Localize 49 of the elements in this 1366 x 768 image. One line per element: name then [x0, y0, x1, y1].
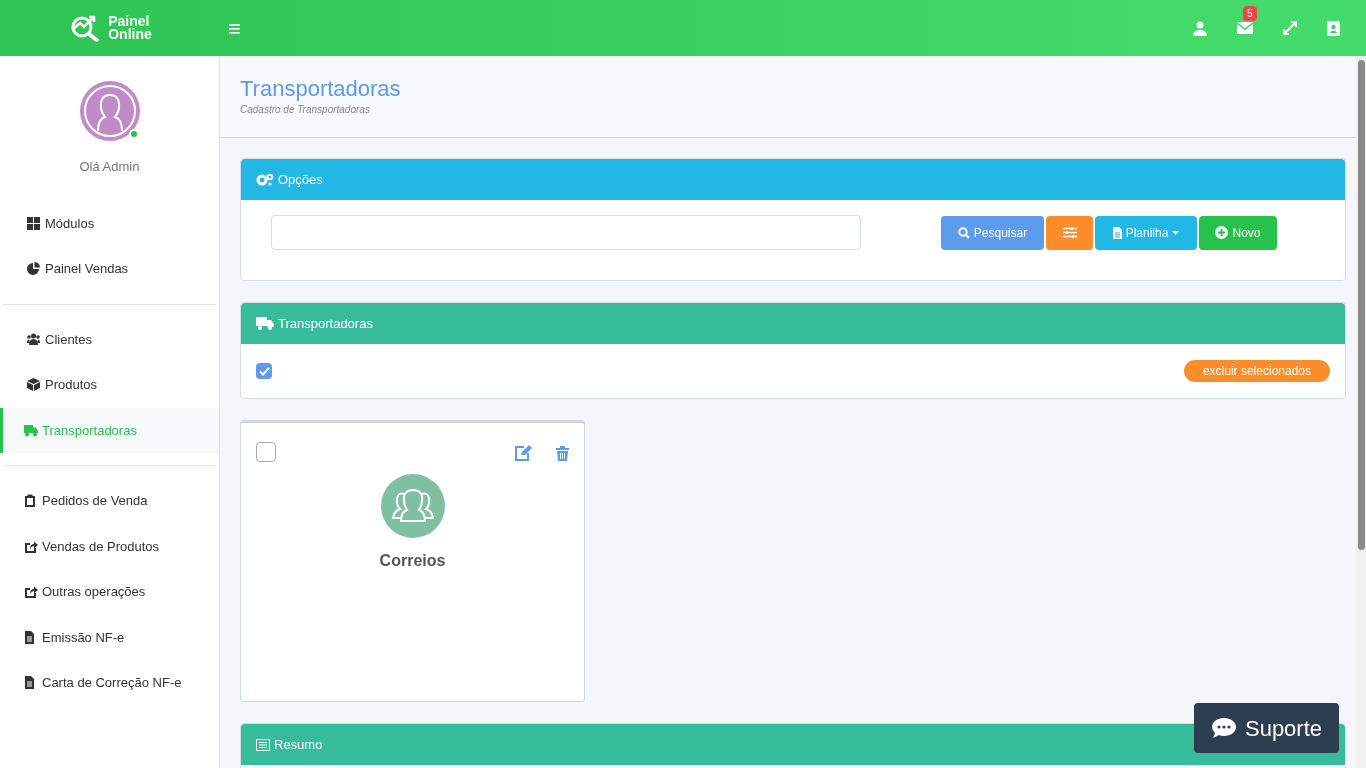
truck-icon	[256, 317, 274, 330]
group-avatar-icon	[380, 474, 445, 538]
filter-button[interactable]	[1046, 215, 1093, 250]
sidebar-item[interactable]: Emissão NF-e	[0, 614, 219, 660]
panel-title: Opções	[278, 170, 323, 189]
sidebar-item[interactable]: Painel Vendas	[3, 246, 216, 292]
trash-icon[interactable]	[556, 446, 569, 461]
sidebar-item[interactable]: Produtos	[3, 362, 216, 408]
sidebar-item[interactable]: Outras operações	[0, 569, 219, 615]
expand-icon[interactable]	[1283, 21, 1297, 35]
avatar-icon	[79, 81, 140, 141]
grid-icon	[27, 216, 41, 230]
share-icon	[24, 539, 38, 553]
sidebar-item[interactable]: Módulos	[3, 200, 216, 246]
carrier-name: Correios	[379, 551, 446, 571]
sidebar-item[interactable]: Vendas de Produtos	[0, 523, 219, 569]
select-all-checkbox[interactable]	[256, 363, 272, 379]
gears-icon	[256, 173, 274, 186]
search-field[interactable]	[271, 215, 861, 250]
logo-text: Painel Online	[108, 15, 152, 41]
pie-chart-icon	[27, 262, 41, 276]
list-icon	[256, 738, 270, 751]
scrollbar-thumb[interactable]	[1357, 60, 1365, 550]
sidebar-item[interactable]: Carta de Correção NF-e	[0, 660, 219, 706]
panel-title: Resumo	[274, 735, 323, 754]
page-title: Transportadoras	[240, 76, 402, 102]
document-icon	[1112, 226, 1122, 239]
page-subtitle: Cadastro de Transportadoras	[240, 103, 371, 117]
edit-icon[interactable]	[515, 445, 532, 461]
contact-book-icon[interactable]	[1327, 20, 1340, 36]
box-icon	[27, 378, 41, 392]
card-checkbox[interactable]	[256, 442, 276, 462]
share-icon	[24, 585, 38, 599]
sliders-icon	[1062, 227, 1077, 238]
truck-icon	[24, 423, 38, 437]
user-icon[interactable]	[1193, 20, 1207, 36]
mail-icon[interactable]	[1237, 22, 1253, 34]
users-icon	[27, 332, 41, 346]
clipboard-icon	[24, 494, 38, 508]
greeting-text: Olá Admin	[79, 158, 140, 176]
search-icon	[957, 226, 970, 239]
sidebar-item[interactable]: Pedidos de Venda	[0, 478, 219, 524]
plus-circle-icon	[1215, 226, 1229, 239]
notification-badge: 5	[1243, 6, 1257, 21]
chat-bubble-icon	[1210, 717, 1237, 739]
support-button[interactable]: Suporte	[1194, 703, 1339, 753]
sidebar-item[interactable]: Clientes	[3, 316, 216, 362]
caret-icon	[1172, 230, 1180, 235]
panel-title: Transportadoras	[278, 314, 373, 333]
